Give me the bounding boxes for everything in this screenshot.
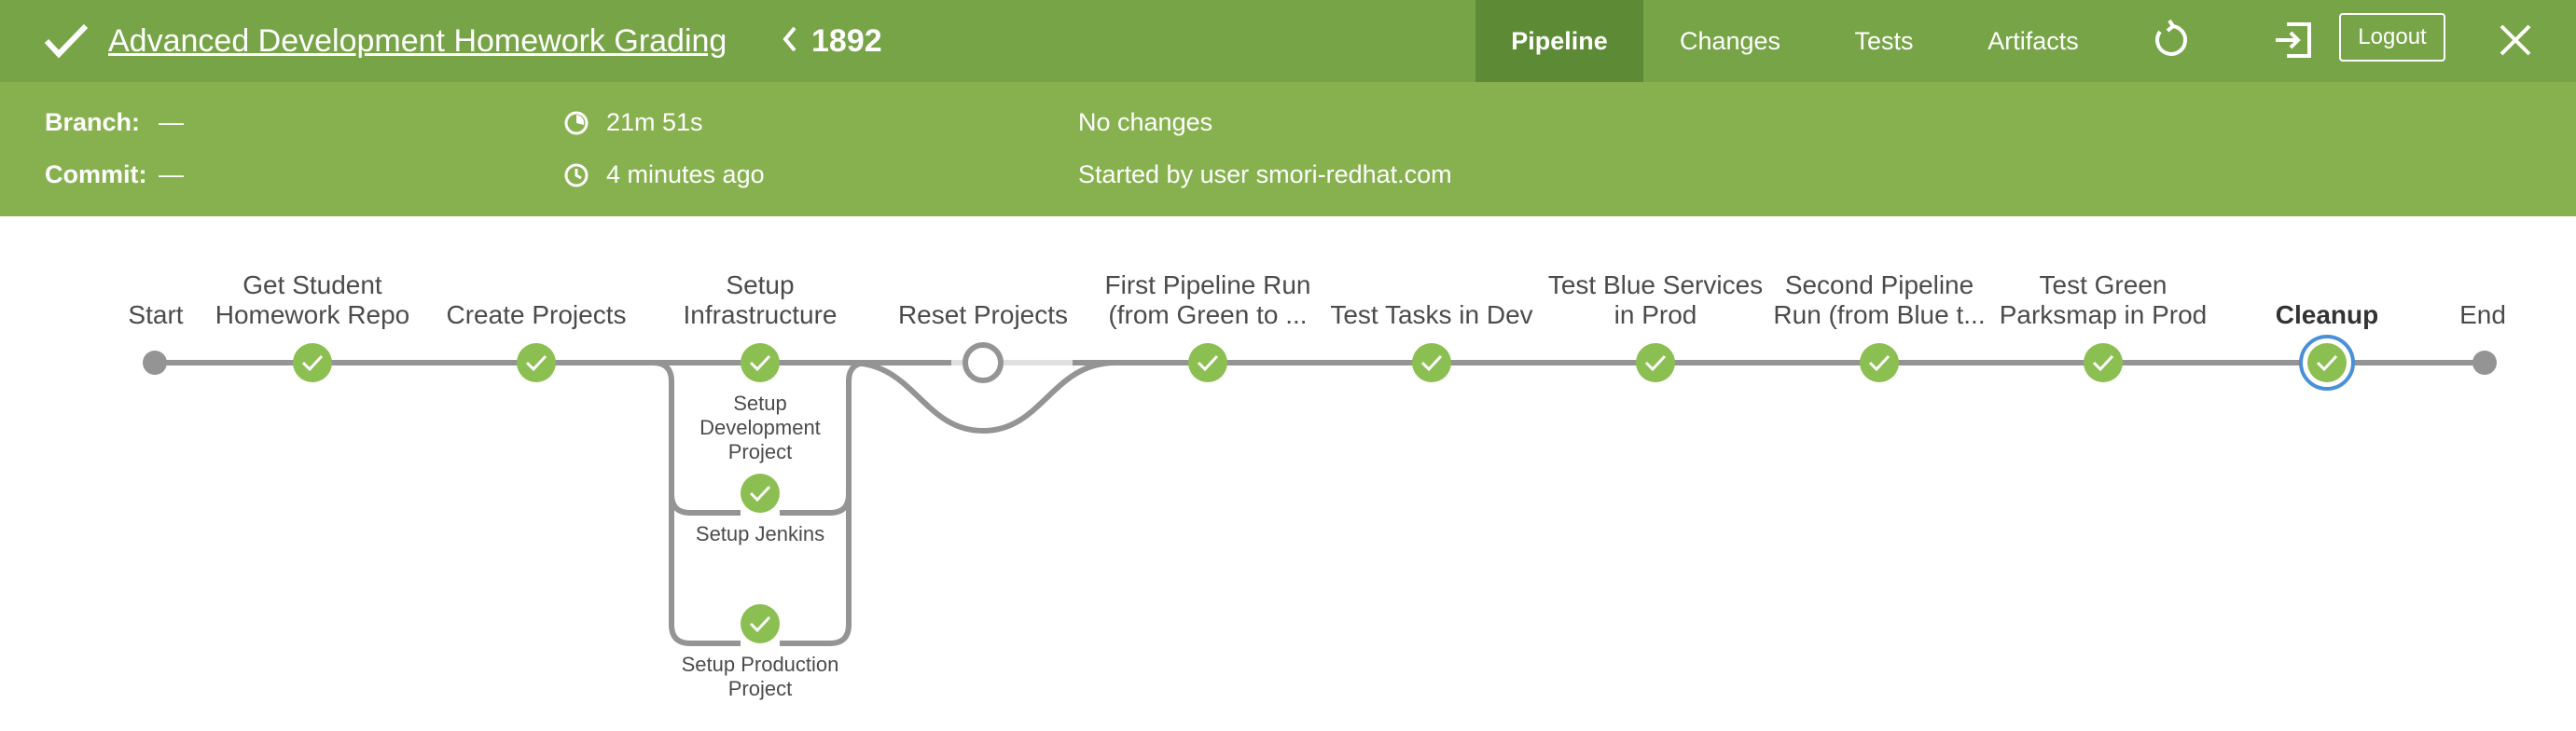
node-setup-jenkins[interactable] (741, 604, 780, 643)
top-bar: Advanced Development Homework Grading 18… (0, 0, 2576, 82)
commit-value: — (159, 160, 184, 188)
commit-label: Commit: (45, 160, 147, 188)
tab-changes[interactable]: Changes (1660, 0, 1800, 82)
started-by-text: Started by user smori-redhat.com (1078, 160, 1452, 188)
tab-pipeline[interactable]: Pipeline (1475, 0, 1643, 82)
run-number: 1892 (811, 23, 882, 59)
pipeline-nodes (143, 335, 2497, 643)
started-value: 4 minutes ago (606, 160, 765, 188)
duration-icon (564, 111, 589, 135)
node-first-pipeline-run[interactable] (1188, 343, 1227, 382)
node-test-tasks-in-dev[interactable] (1412, 343, 1451, 382)
check-icon (44, 23, 89, 59)
pipeline-title-link[interactable]: Advanced Development Homework Grading (108, 19, 727, 63)
tab-artifacts[interactable]: Artifacts (1968, 0, 2098, 82)
branch-label: Branch: (45, 108, 141, 136)
exit-icon[interactable] (2272, 19, 2315, 62)
node-create-projects[interactable] (517, 343, 556, 382)
node-setup-infrastructure[interactable] (741, 343, 780, 382)
duration-value: 21m 51s (606, 108, 703, 136)
tab-tests[interactable]: Tests (1809, 0, 1959, 82)
node-end (2472, 351, 2497, 375)
rerun-icon[interactable] (2149, 19, 2192, 62)
node-second-pipeline-run[interactable] (1860, 343, 1899, 382)
node-start (143, 351, 167, 375)
run-info-bar: Branch: — Commit: — 21m 51s 4 minutes ag… (0, 82, 2576, 216)
node-test-green-parksmap[interactable] (2084, 343, 2123, 382)
branch-value: — (159, 108, 184, 136)
changes-text: No changes (1078, 108, 1213, 136)
node-setup-development-project[interactable] (741, 474, 780, 513)
clock-icon (564, 163, 589, 187)
node-test-blue-services[interactable] (1636, 343, 1675, 382)
node-get-student-homework-repo[interactable] (293, 343, 332, 382)
chevron-left-icon[interactable] (780, 21, 800, 58)
node-reset-projects[interactable] (963, 342, 1004, 383)
pipeline-graph: Start Get Student Homework Repo Create Pr… (0, 216, 2576, 731)
close-icon[interactable] (2494, 19, 2537, 62)
node-cleanup-selected[interactable] (2299, 335, 2355, 391)
logout-button[interactable]: Logout (2339, 13, 2445, 62)
